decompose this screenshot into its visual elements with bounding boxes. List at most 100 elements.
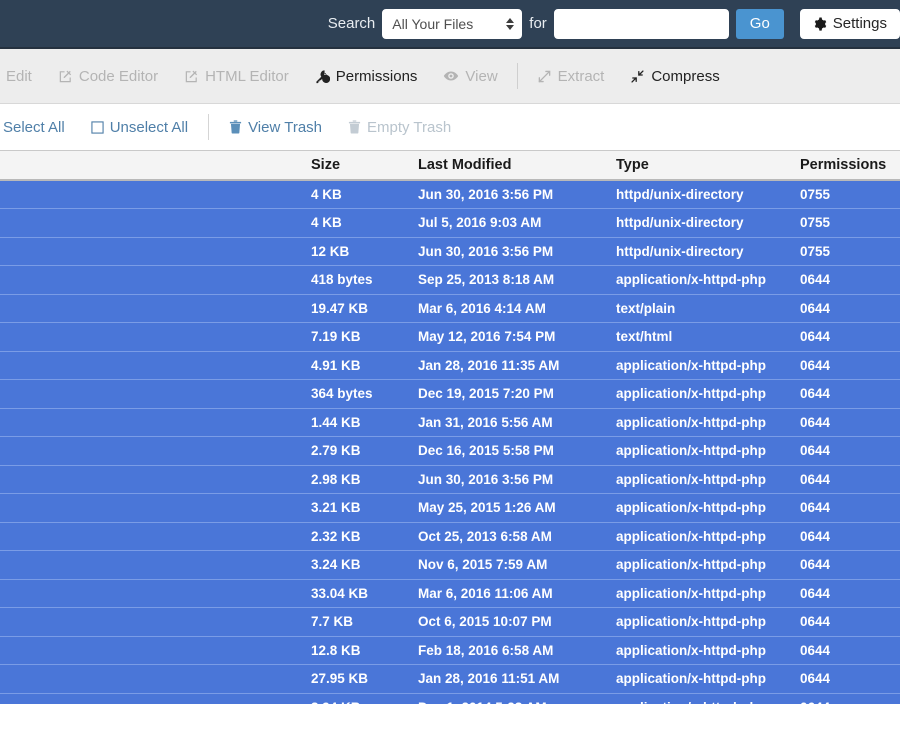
html-editor-button[interactable]: HTML Editor — [171, 68, 302, 85]
cell-name[interactable] — [0, 237, 311, 266]
compress-button[interactable]: Compress — [617, 68, 732, 85]
view-trash-button[interactable]: View Trash — [216, 119, 335, 136]
file-action-toolbar: Edit Code Editor HTML Editor Permissions — [0, 49, 900, 104]
search-input[interactable] — [553, 8, 729, 39]
cell-name[interactable] — [0, 266, 311, 295]
cell-name[interactable] — [0, 608, 311, 637]
table-row[interactable]: 2.32 KB Oct 25, 2013 6:58 AM application/x… — [0, 522, 900, 551]
table-row[interactable]: 4 KB Jul 5, 2016 9:03 AM httpd/unix-direct… — [0, 208, 900, 238]
permissions-label: Permissions — [335, 67, 418, 85]
cell-permissions[interactable]: 0644 — [800, 636, 900, 665]
unselect-all-button[interactable]: Unselect All — [78, 119, 201, 136]
table-row[interactable]: 418 bytes Sep 25, 2013 8:18 AM application… — [0, 265, 900, 295]
permissions-button[interactable]: Permissions — [302, 68, 431, 85]
table-header-row: Name Size Last Modified Type Permissions — [0, 151, 900, 181]
unselect-all-label: Unselect All — [109, 118, 189, 136]
table-row[interactable]: 7.19 KB May 12, 2016 7:54 PM text/html 0644 — [0, 322, 900, 352]
cell-name[interactable] — [0, 323, 311, 352]
file-list-scroll-area[interactable]: Name Size Last Modified Type Permissions… — [0, 151, 900, 704]
cell-name[interactable] — [0, 380, 311, 409]
key-icon — [315, 69, 330, 84]
table-row[interactable]: 3.94 KBDec 1, 2014 5:23 AMapplication/x-… — [0, 693, 900, 704]
cell-permissions[interactable]: 0644 — [800, 323, 900, 352]
table-row[interactable]: 2.79 KB Dec 16, 2015 5:58 PM application/x… — [0, 436, 900, 466]
column-header-type[interactable]: Type — [616, 151, 800, 181]
edit-button[interactable]: Edit — [0, 68, 45, 85]
cell-permissions[interactable]: 0755 — [800, 180, 900, 209]
cell-size: 33.04 KB — [311, 585, 369, 601]
cell-size: 4 KB — [311, 215, 342, 231]
go-button[interactable]: Go — [735, 8, 784, 39]
cell-permissions[interactable]: 0644 — [800, 522, 900, 551]
cell-name[interactable] — [0, 465, 311, 494]
table-row[interactable]: 4.91 KB Jan 28, 2016 11:35 AM application/… — [0, 351, 900, 380]
table-row[interactable]: 33.04 KB Mar 6, 2016 11:06 AM application/… — [0, 579, 900, 608]
cell-permissions[interactable]: 0644 — [800, 408, 900, 437]
cell-permissions[interactable]: 0644 — [800, 579, 900, 608]
cell-size: 4.91 KB — [311, 357, 361, 373]
search-scope-value: All Your Files — [392, 15, 474, 32]
compress-arrows-icon — [630, 69, 645, 84]
cell-last-modified: Jun 30, 2016 3:56 PM — [418, 187, 554, 202]
cell-size: 12.8 KB — [311, 642, 361, 658]
cell-permissions[interactable]: 0644 — [800, 608, 900, 637]
column-header-permissions[interactable]: Permissions — [800, 151, 900, 181]
cell-type: application/x-httpd-php — [616, 585, 766, 601]
settings-button[interactable]: Settings — [799, 8, 900, 39]
cell-name[interactable] — [0, 693, 311, 704]
cell-name[interactable] — [0, 408, 311, 437]
code-editor-button[interactable]: Code Editor — [45, 68, 171, 85]
cell-name[interactable] — [0, 579, 311, 608]
cell-type: application/x-httpd-php — [616, 500, 766, 516]
cell-permissions[interactable]: 0644 — [800, 693, 900, 704]
cell-permissions[interactable]: 0644 — [800, 266, 900, 295]
chevron-updown-icon — [506, 17, 515, 30]
table-row[interactable]: 3.24 KB Nov 6, 2015 7:59 AM application/x-… — [0, 550, 900, 580]
extract-button[interactable]: Extract — [524, 68, 618, 85]
cell-last-modified: Mar 6, 2016 4:14 AM — [418, 300, 546, 316]
view-label: View — [465, 67, 498, 85]
table-row[interactable]: 27.95 KB Jan 28, 2016 11:51 AM application… — [0, 664, 900, 694]
empty-trash-button[interactable]: Empty Trash — [335, 119, 464, 136]
code-editor-label: Code Editor — [78, 67, 159, 85]
table-row[interactable]: 3.21 KB May 25, 2015 1:26 AM application/x… — [0, 493, 900, 523]
table-row[interactable]: 12 KB Jun 30, 2016 3:56 PM httpd/unix-dire… — [0, 237, 900, 266]
cell-name[interactable] — [0, 351, 311, 380]
cell-permissions[interactable]: 0644 — [800, 665, 900, 694]
gear-icon — [813, 16, 827, 31]
cell-name[interactable] — [0, 636, 311, 665]
cell-permissions[interactable]: 0644 — [800, 351, 900, 380]
select-all-button[interactable]: Select All — [0, 119, 78, 136]
trash-icon — [229, 120, 242, 134]
cell-permissions[interactable]: 0644 — [800, 437, 900, 466]
column-header-last-modified[interactable]: Last Modified — [418, 151, 616, 181]
table-row[interactable]: 7.7 KB Oct 6, 2015 10:07 PM application/x-… — [0, 607, 900, 637]
cell-name[interactable] — [0, 494, 311, 523]
column-header-name[interactable]: Name — [0, 151, 311, 181]
cell-permissions[interactable]: 0755 — [800, 237, 900, 266]
cell-permissions[interactable]: 0755 — [800, 209, 900, 238]
cell-permissions[interactable]: 0644 — [800, 380, 900, 409]
cell-last-modified: Dec 16, 2015 5:58 PM — [418, 443, 554, 459]
cell-name[interactable] — [0, 209, 311, 238]
table-row[interactable]: 1.44 KB Jan 31, 2016 5:56 AM application/x… — [0, 408, 900, 437]
table-row[interactable]: 19.47 KB Mar 6, 2016 4:14 AM text/plain 064… — [0, 294, 900, 323]
view-button[interactable]: View — [430, 68, 510, 85]
table-row[interactable]: 4 KB Jun 30, 2016 3:56 PM httpd/unix-direc… — [0, 180, 900, 209]
cell-name[interactable] — [0, 294, 311, 323]
column-header-size[interactable]: Size — [311, 151, 418, 181]
cell-permissions[interactable]: 0644 — [800, 294, 900, 323]
table-row[interactable]: 364 bytes Dec 19, 2015 7:20 PM application… — [0, 379, 900, 409]
cell-name[interactable] — [0, 180, 311, 209]
cell-permissions[interactable]: 0644 — [800, 551, 900, 580]
cell-name[interactable] — [0, 437, 311, 466]
cell-name[interactable] — [0, 551, 311, 580]
table-row[interactable]: 2.98 KB Jun 30, 2016 3:56 PM application/x… — [0, 465, 900, 494]
table-row[interactable]: 12.8 KB Feb 18, 2016 6:58 AM application/x… — [0, 636, 900, 665]
cell-size: 7.7 KB — [311, 614, 354, 630]
cell-permissions[interactable]: 0644 — [800, 494, 900, 523]
search-scope-select[interactable]: All Your Files — [382, 8, 523, 39]
cell-name[interactable] — [0, 522, 311, 551]
cell-permissions[interactable]: 0644 — [800, 465, 900, 494]
cell-name[interactable] — [0, 665, 311, 694]
